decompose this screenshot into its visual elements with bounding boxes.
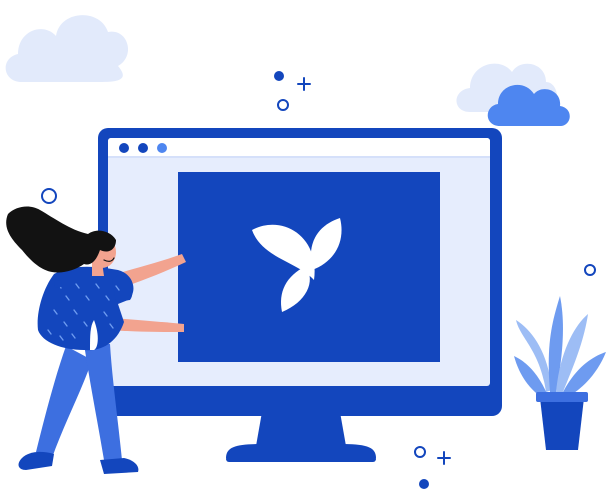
close-dot	[119, 143, 129, 153]
plant	[514, 296, 606, 450]
scene-svg	[5, 15, 606, 489]
cloud-right	[456, 63, 570, 126]
minimize-dot	[138, 143, 148, 153]
maximize-dot	[157, 143, 167, 153]
cloud-left	[5, 15, 129, 82]
window-controls	[119, 143, 167, 153]
monitor-stand	[226, 412, 376, 462]
illustration-stage	[0, 0, 606, 495]
